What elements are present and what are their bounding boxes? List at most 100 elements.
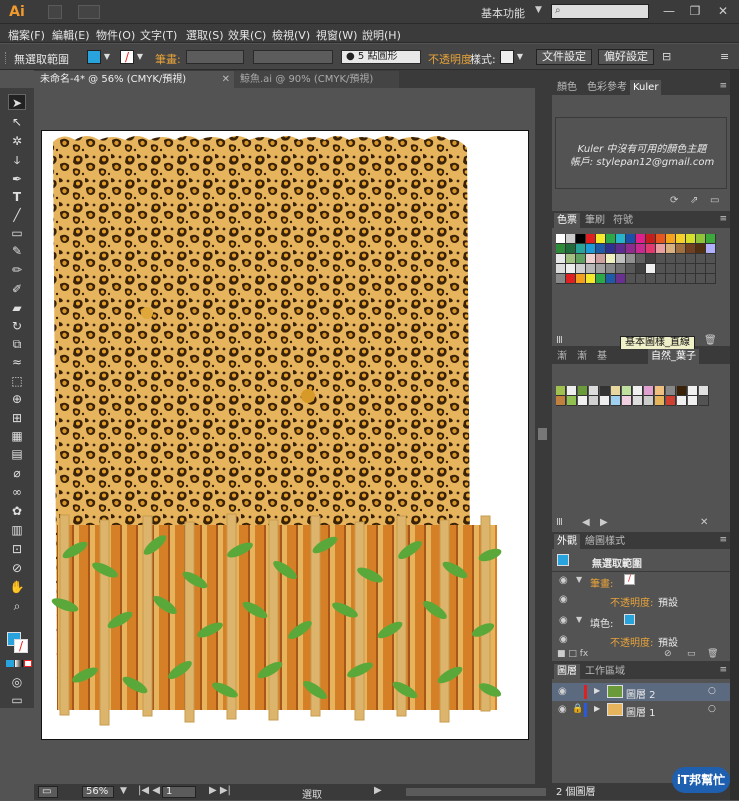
swatch-grid[interactable]	[556, 234, 716, 284]
menu-edit[interactable]: 編輯(E)	[52, 27, 90, 43]
screen-mode-icon[interactable]: ▭	[38, 786, 58, 798]
layer-name[interactable]: 圖層 1	[626, 704, 656, 719]
artboard-number-field[interactable]: 1	[162, 786, 196, 798]
close-icon[interactable]: ✕	[700, 517, 708, 528]
brush-dropdown[interactable]: ● 5 點圓形	[341, 50, 421, 64]
chevron-down-icon[interactable]: ▼	[102, 50, 112, 64]
appearance-fill-opacity-label[interactable]: 不透明度:	[610, 634, 653, 649]
eye-icon[interactable]: ◉	[559, 615, 568, 626]
tab-gradient[interactable]: 漸	[554, 349, 570, 364]
menu-type[interactable]: 文字(T)	[140, 27, 177, 43]
close-icon[interactable]: ✕	[222, 71, 230, 88]
opacity-label[interactable]: 不透明度	[428, 51, 472, 67]
graph-tool-icon[interactable]: ▥	[8, 522, 26, 538]
menu-object[interactable]: 物件(O)	[96, 27, 135, 43]
tab-artboards[interactable]: 工作區域	[582, 664, 628, 679]
chevron-down-icon[interactable]: ▼	[120, 786, 127, 796]
hand-tool-icon[interactable]: ✋	[8, 579, 26, 595]
tab-appearance[interactable]: 外觀	[554, 534, 580, 549]
arrange-documents-button[interactable]	[78, 5, 100, 19]
scale-tool-icon[interactable]: ⧉	[8, 336, 26, 352]
workspace-switcher[interactable]: 基本功能	[481, 5, 525, 21]
magic-wand-tool-icon[interactable]: ✲	[8, 133, 26, 149]
panel-menu-icon[interactable]: ≡	[719, 665, 727, 675]
rectangle-tool-icon[interactable]: ▭	[8, 225, 26, 241]
stroke-weight-dropdown[interactable]	[186, 50, 244, 64]
status-menu-arrow[interactable]: ▶	[374, 785, 382, 796]
tab-document-1[interactable]: 未命名-4* @ 56% (CMYK/預視) ✕	[34, 71, 234, 88]
rotate-tool-icon[interactable]: ↻	[8, 318, 26, 334]
symbol-sprayer-tool-icon[interactable]: ✿	[8, 503, 26, 519]
leopard-bamboo-artwork[interactable]	[45, 130, 505, 730]
appearance-fill-label[interactable]: 填色:	[590, 615, 613, 630]
menu-help[interactable]: 說明(H)	[362, 27, 401, 43]
eye-icon[interactable]: ◉	[559, 594, 568, 605]
fill-color-swatch[interactable]	[87, 50, 101, 64]
tab-swatches[interactable]: 色票	[554, 213, 580, 228]
close-button[interactable]: ✕	[713, 3, 733, 19]
previous-icon[interactable]: ◀	[582, 517, 590, 528]
chevron-down-icon[interactable]: ▼	[576, 615, 582, 624]
tab-brushes[interactable]: 筆刷	[582, 213, 608, 228]
tab-basic[interactable]: 基	[594, 349, 610, 364]
eraser-tool-icon[interactable]: ▰	[8, 300, 26, 316]
color-mode-icon[interactable]	[6, 660, 14, 667]
lasso-tool-icon[interactable]: ↆ	[8, 152, 26, 168]
chevron-right-icon[interactable]: ▶	[594, 704, 600, 713]
maximize-button[interactable]: ❐	[685, 3, 705, 19]
layer-row[interactable]: ◉ 🔒 ▶ 圖層 1 ○	[552, 701, 730, 719]
chevron-down-icon[interactable]: ▼	[135, 50, 145, 64]
help-search-input[interactable]: ⌕	[551, 4, 649, 19]
next-artboard-button[interactable]: ▶ ▶|	[209, 785, 231, 796]
blend-tool-icon[interactable]: ∞	[8, 484, 26, 500]
draw-mode-icon[interactable]: ◎	[8, 674, 26, 690]
chevron-down-icon[interactable]: ▼	[576, 575, 582, 584]
document-setup-button[interactable]: 文件設定	[536, 49, 592, 65]
swatch-library-icon[interactable]: Ⅲ	[556, 335, 563, 346]
tab-nature-leaves[interactable]: 自然_葉子	[648, 349, 699, 364]
swatch-icon[interactable]: ▭	[710, 195, 719, 206]
slice-tool-icon[interactable]: ⊘	[8, 560, 26, 576]
line-tool-icon[interactable]: ╱	[8, 207, 26, 223]
next-icon[interactable]: ▶	[600, 517, 608, 528]
layer-name[interactable]: 圖層 2	[626, 686, 656, 701]
menu-view[interactable]: 檢視(V)	[272, 27, 310, 43]
perspective-grid-tool-icon[interactable]: ⊞	[8, 410, 26, 426]
preferences-button[interactable]: 偏好設定	[598, 49, 654, 65]
vertical-scrollbar[interactable]	[535, 88, 550, 784]
tab-transparency[interactable]: 漸	[574, 349, 590, 364]
stroke-label[interactable]: 筆畫:	[155, 51, 181, 67]
stroke-color-swatch[interactable]: /	[120, 50, 134, 64]
eye-icon[interactable]: ◉	[559, 575, 568, 586]
link-icon[interactable]: ⇗	[690, 195, 698, 206]
scroll-thumb[interactable]	[538, 428, 547, 440]
warp-tool-icon[interactable]: ≈	[8, 354, 26, 370]
tab-color-guide[interactable]: 色彩參考	[584, 80, 630, 95]
screen-mode-icon[interactable]: ▭	[8, 692, 26, 708]
clear-appearance-icon[interactable]: ⊘	[664, 649, 672, 659]
chevron-down-icon[interactable]: ▼	[515, 50, 525, 64]
tab-kuler[interactable]: Kuler	[630, 80, 662, 95]
paintbrush-tool-icon[interactable]: ✎	[8, 243, 26, 259]
minimize-button[interactable]: —	[659, 3, 679, 19]
eye-icon[interactable]: ◉	[559, 634, 568, 645]
layer-row[interactable]: ◉ ▶ 圖層 2 ○	[552, 683, 730, 701]
tab-graphic-styles[interactable]: 繪圖樣式	[582, 534, 628, 549]
appearance-opacity-label[interactable]: 不透明度:	[610, 594, 653, 609]
pen-tool-icon[interactable]: ✒	[8, 171, 26, 187]
panel-menu-icon[interactable]: ≡	[719, 81, 727, 91]
menu-effect[interactable]: 效果(C)	[228, 27, 266, 43]
first-artboard-button[interactable]: |◀ ◀	[138, 785, 160, 796]
trash-icon[interactable]: 🗑	[704, 335, 717, 346]
mesh-tool-icon[interactable]: ▦	[8, 428, 26, 444]
menu-select[interactable]: 選取(S)	[186, 27, 224, 43]
eye-icon[interactable]: ◉	[558, 704, 567, 715]
pattern-grid[interactable]	[556, 386, 710, 406]
tab-layers[interactable]: 圖層	[554, 664, 580, 679]
tab-symbols[interactable]: 符號	[610, 213, 636, 228]
zoom-tool-icon[interactable]: ⌕	[8, 598, 26, 614]
pencil-tool-icon[interactable]: ✏	[8, 262, 26, 278]
zoom-level-field[interactable]: 56%	[82, 786, 114, 798]
panel-menu-icon[interactable]: ≡	[719, 214, 727, 224]
appearance-stroke-swatch[interactable]: /	[624, 574, 635, 585]
